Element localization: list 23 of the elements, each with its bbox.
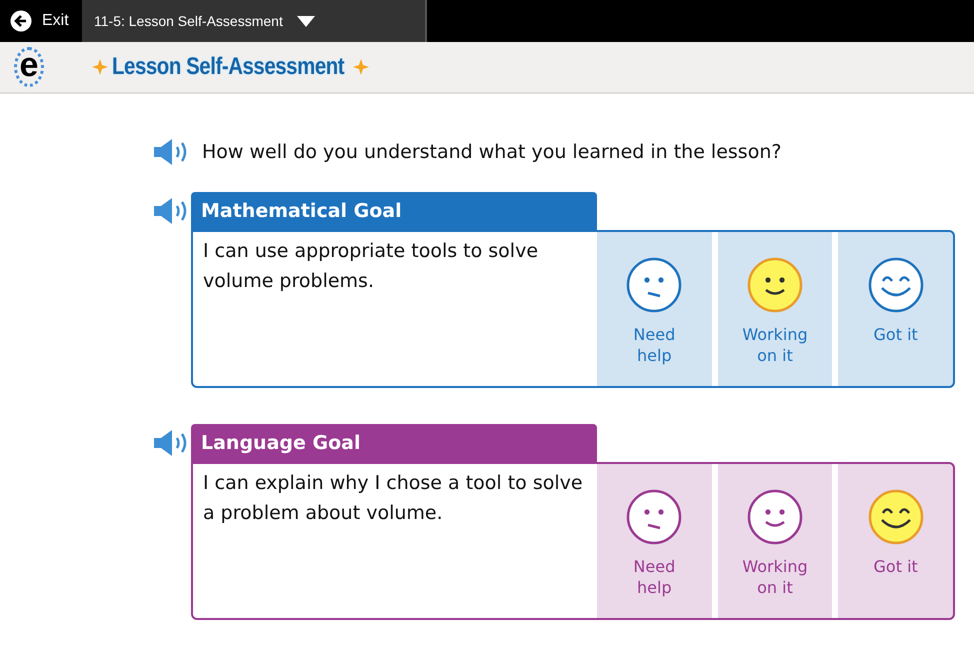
smiley-face-icon [746, 256, 804, 314]
goal-title: Mathematical Goal [191, 192, 597, 230]
star-icon [92, 59, 108, 75]
logo: e [14, 47, 44, 87]
goal-statement: I can use appropriate tools to solve volume problems. [202, 239, 540, 294]
rating-option[interactable]: Need help [597, 464, 712, 618]
face-icon [866, 256, 925, 314]
rating-option[interactable]: Need help [597, 232, 712, 386]
goal-statement: I can explain why I chose a tool to solve a problem about volume. [202, 471, 584, 526]
rating-option[interactable]: Got it [838, 464, 953, 618]
rating-option[interactable]: Working on it [718, 464, 832, 618]
star-icon [353, 59, 370, 75]
caret-icon [296, 16, 315, 26]
page-title: Lesson Self-Assessment [112, 53, 344, 81]
face-icon [746, 488, 804, 546]
face-icon [625, 256, 684, 314]
smiley-face-icon [866, 488, 925, 546]
question-text: How well do you understand what you learned in the lesson? [202, 141, 782, 163]
goal-title: Language Goal [191, 424, 597, 462]
rating-option[interactable]: Got it [838, 232, 953, 386]
lesson-dropdown[interactable]: 11-5: Lesson Self-Assessment [82, 0, 427, 42]
rating-option[interactable]: Working on it [718, 232, 832, 386]
face-icon [625, 488, 684, 546]
